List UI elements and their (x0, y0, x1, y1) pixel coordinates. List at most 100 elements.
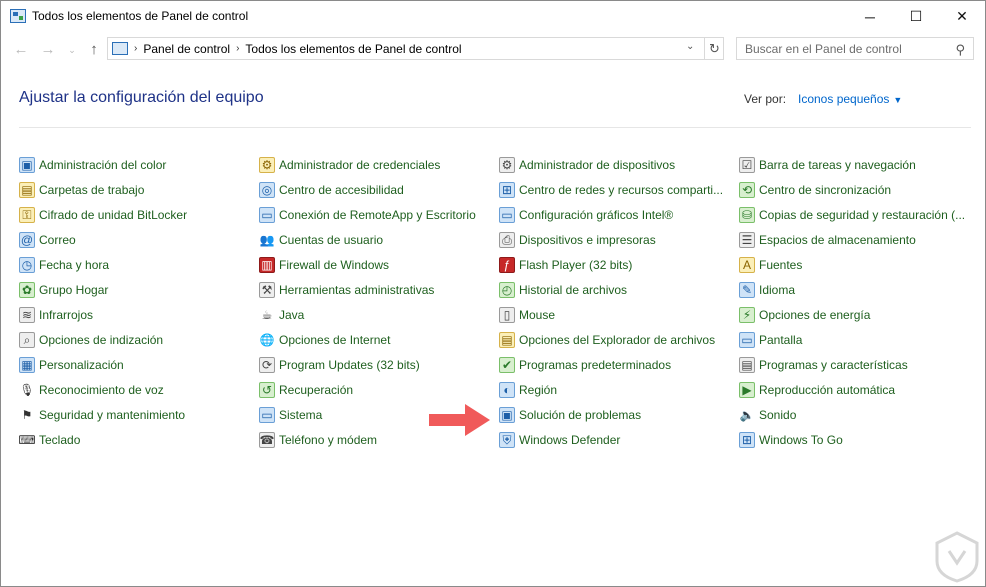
mouse-icon: ▯ (499, 306, 515, 323)
control-panel-item-label: Fecha y hora (39, 257, 110, 272)
control-panel-item-label: Configuración gráficos Intel® (519, 207, 674, 222)
control-panel-item[interactable]: ▭ Pantalla (739, 327, 979, 352)
breadcrumb-panel-de-control[interactable]: Panel de control (143, 42, 230, 56)
control-panel-item[interactable]: ≋ Infrarrojos (19, 302, 259, 327)
control-panel-item[interactable]: ⎙ Dispositivos e impresoras (499, 227, 739, 252)
internet-options-icon: 🌐 (259, 332, 275, 347)
control-panel-item-label: Teléfono y módem (279, 432, 378, 447)
control-panel-item[interactable]: ⌕ Opciones de indización (19, 327, 259, 352)
control-panel-item[interactable]: ⊞ Windows To Go (739, 427, 979, 452)
control-panel-item-label: Windows To Go (759, 432, 843, 447)
keyboard-icon: ⌨ (18, 432, 36, 447)
control-panel-item[interactable]: ▤ Programas y características (739, 352, 979, 377)
control-panel-item[interactable]: ⚒ Herramientas administrativas (259, 277, 499, 302)
address-bar[interactable]: › Panel de control › Todos los elementos… (107, 37, 724, 60)
control-panel-item[interactable]: ↺ Recuperación (259, 377, 499, 402)
work-folders-icon: ▤ (19, 181, 35, 198)
search-box[interactable]: ⚲ (736, 37, 974, 60)
security-flag-icon: ⚑ (21, 407, 33, 422)
control-panel-item[interactable]: ▥ Firewall de Windows (259, 252, 499, 277)
control-panel-item[interactable]: 🌐 Opciones de Internet (259, 327, 499, 352)
address-dropdown-chevron-icon[interactable]: ⌄ (686, 41, 694, 52)
close-button[interactable]: ✕ (939, 1, 985, 32)
control-panel-item-label: Teclado (39, 432, 81, 447)
control-panel-item[interactable]: ▭ Configuración gráficos Intel® (499, 202, 739, 227)
control-panel-item[interactable]: ▯ Mouse (499, 302, 739, 327)
control-panel-window: Todos los elementos de Panel de control … (0, 0, 986, 587)
control-panel-item[interactable]: ✔ Programas predeterminados (499, 352, 739, 377)
control-panel-item[interactable]: ▣ Administración del color (19, 152, 259, 177)
control-panel-item[interactable]: ▣ Solución de problemas (499, 402, 739, 427)
flash-icon: ƒ (499, 256, 515, 273)
control-panel-item[interactable]: ⚿ Cifrado de unidad BitLocker (19, 202, 259, 227)
items-column-3: ⚙ Administrador de dispositivos ⊞ Centro de… (499, 152, 739, 452)
control-panel-item[interactable]: ⚙ Administrador de credenciales (259, 152, 499, 177)
control-panel-item-label: Infrarrojos (39, 307, 94, 322)
control-panel-item[interactable]: ⊞ Centro de redes y recursos comparti... (499, 177, 739, 202)
sync-center-icon: ⟲ (739, 181, 755, 198)
forward-arrow-icon[interactable]: → (39, 40, 57, 58)
speech-icon: 🎙 (19, 382, 35, 397)
control-panel-item-label: Grupo Hogar (39, 282, 109, 297)
control-panel-item[interactable]: ☑ Barra de tareas y navegación (739, 152, 979, 177)
control-panel-item[interactable]: ⟲ Centro de sincronización (739, 177, 979, 202)
view-mode-dropdown[interactable]: Iconos pequeños ▼ (798, 92, 902, 106)
control-panel-item[interactable]: ▤ Opciones del Explorador de archivos (499, 327, 739, 352)
control-panel-item[interactable]: ☕ Java (259, 302, 499, 327)
up-arrow-icon[interactable]: ↑ (85, 40, 103, 58)
control-panel-item[interactable]: ⚙ Administrador de dispositivos (499, 152, 739, 177)
color-management-icon: ▣ (19, 156, 35, 173)
control-panel-item[interactable]: ▦ Personalización (19, 352, 259, 377)
control-panel-item[interactable]: ◎ Centro de accesibilidad (259, 177, 499, 202)
control-panel-item-label: Reproducción automática (759, 382, 896, 397)
control-panel-item-label: Pantalla (759, 332, 803, 347)
control-panel-item[interactable]: ⌨ Teclado (18, 427, 259, 452)
breadcrumb-separator-icon: › (134, 43, 138, 54)
control-panel-item-label: Espacios de almacenamiento (759, 232, 916, 247)
control-panel-item-label: Opciones de indización (39, 332, 164, 347)
control-panel-item[interactable]: ⚡ Opciones de energía (739, 302, 979, 327)
search-input[interactable] (745, 41, 945, 56)
control-panel-item[interactable]: ƒ Flash Player (32 bits) (499, 252, 739, 277)
control-panel-item-label: Administración del color (39, 157, 167, 172)
control-panel-item-label: Recuperación (279, 382, 354, 397)
control-panel-item[interactable]: A Fuentes (739, 252, 979, 277)
control-panel-item[interactable]: ◴ Historial de archivos (499, 277, 739, 302)
control-panel-item-label: Cuentas de usuario (279, 232, 384, 247)
address-control-panel-icon (112, 42, 128, 55)
control-panel-item[interactable]: ⛨ Windows Defender (499, 427, 739, 452)
control-panel-item[interactable]: 👥 Cuentas de usuario (259, 227, 499, 252)
control-panel-item[interactable]: ✎ Idioma (739, 277, 979, 302)
recovery-icon: ↺ (259, 381, 275, 398)
control-panel-item[interactable]: ▭ Conexión de RemoteApp y Escritorio (259, 202, 499, 227)
control-panel-item[interactable]: ⛁ Copias de seguridad y restauración (... (739, 202, 979, 227)
refresh-icon[interactable]: ↻ (704, 38, 724, 59)
control-panel-item[interactable]: 🎙 Reconocimiento de voz (19, 377, 259, 402)
control-panel-item-label: Administrador de dispositivos (519, 157, 676, 172)
maximize-button[interactable]: ☐ (893, 1, 939, 32)
control-panel-item[interactable]: ▤ Carpetas de trabajo (19, 177, 259, 202)
accessibility-icon: ◎ (259, 181, 275, 198)
control-panel-item-label: Reconocimiento de voz (39, 382, 164, 397)
breadcrumb-separator-icon: › (236, 43, 240, 54)
recent-locations-chevron-icon[interactable]: ⌄ (63, 41, 81, 59)
autoplay-icon: ▶ (739, 381, 755, 398)
minimize-button[interactable]: ─ (847, 1, 893, 32)
control-panel-item[interactable]: ▶ Reproducción automática (739, 377, 979, 402)
control-panel-item-label: Windows Defender (519, 432, 621, 447)
control-panel-item[interactable]: ◷ Fecha y hora (19, 252, 259, 277)
control-panel-item[interactable]: ✿ Grupo Hogar (19, 277, 259, 302)
control-panel-item[interactable]: ☰ Espacios de almacenamiento (739, 227, 979, 252)
sound-icon: 🔈 (739, 407, 755, 422)
control-panel-item[interactable]: @ Correo (19, 227, 259, 252)
control-panel-item[interactable]: ⚑ Seguridad y mantenimiento (19, 402, 259, 427)
control-panel-item-label: Dispositivos e impresoras (519, 232, 656, 247)
intel-graphics-icon: ▭ (499, 206, 515, 223)
back-arrow-icon[interactable]: ← (12, 40, 30, 58)
search-icon[interactable]: ⚲ (955, 42, 965, 58)
control-panel-item[interactable]: ◐ Región (499, 377, 739, 402)
control-panel-item[interactable]: ⟳ Program Updates (32 bits) (259, 352, 499, 377)
breadcrumb-all-items[interactable]: Todos los elementos de Panel de control (245, 42, 461, 56)
control-panel-item-label: Flash Player (32 bits) (519, 257, 633, 272)
control-panel-item[interactable]: 🔈 Sonido (739, 402, 979, 427)
